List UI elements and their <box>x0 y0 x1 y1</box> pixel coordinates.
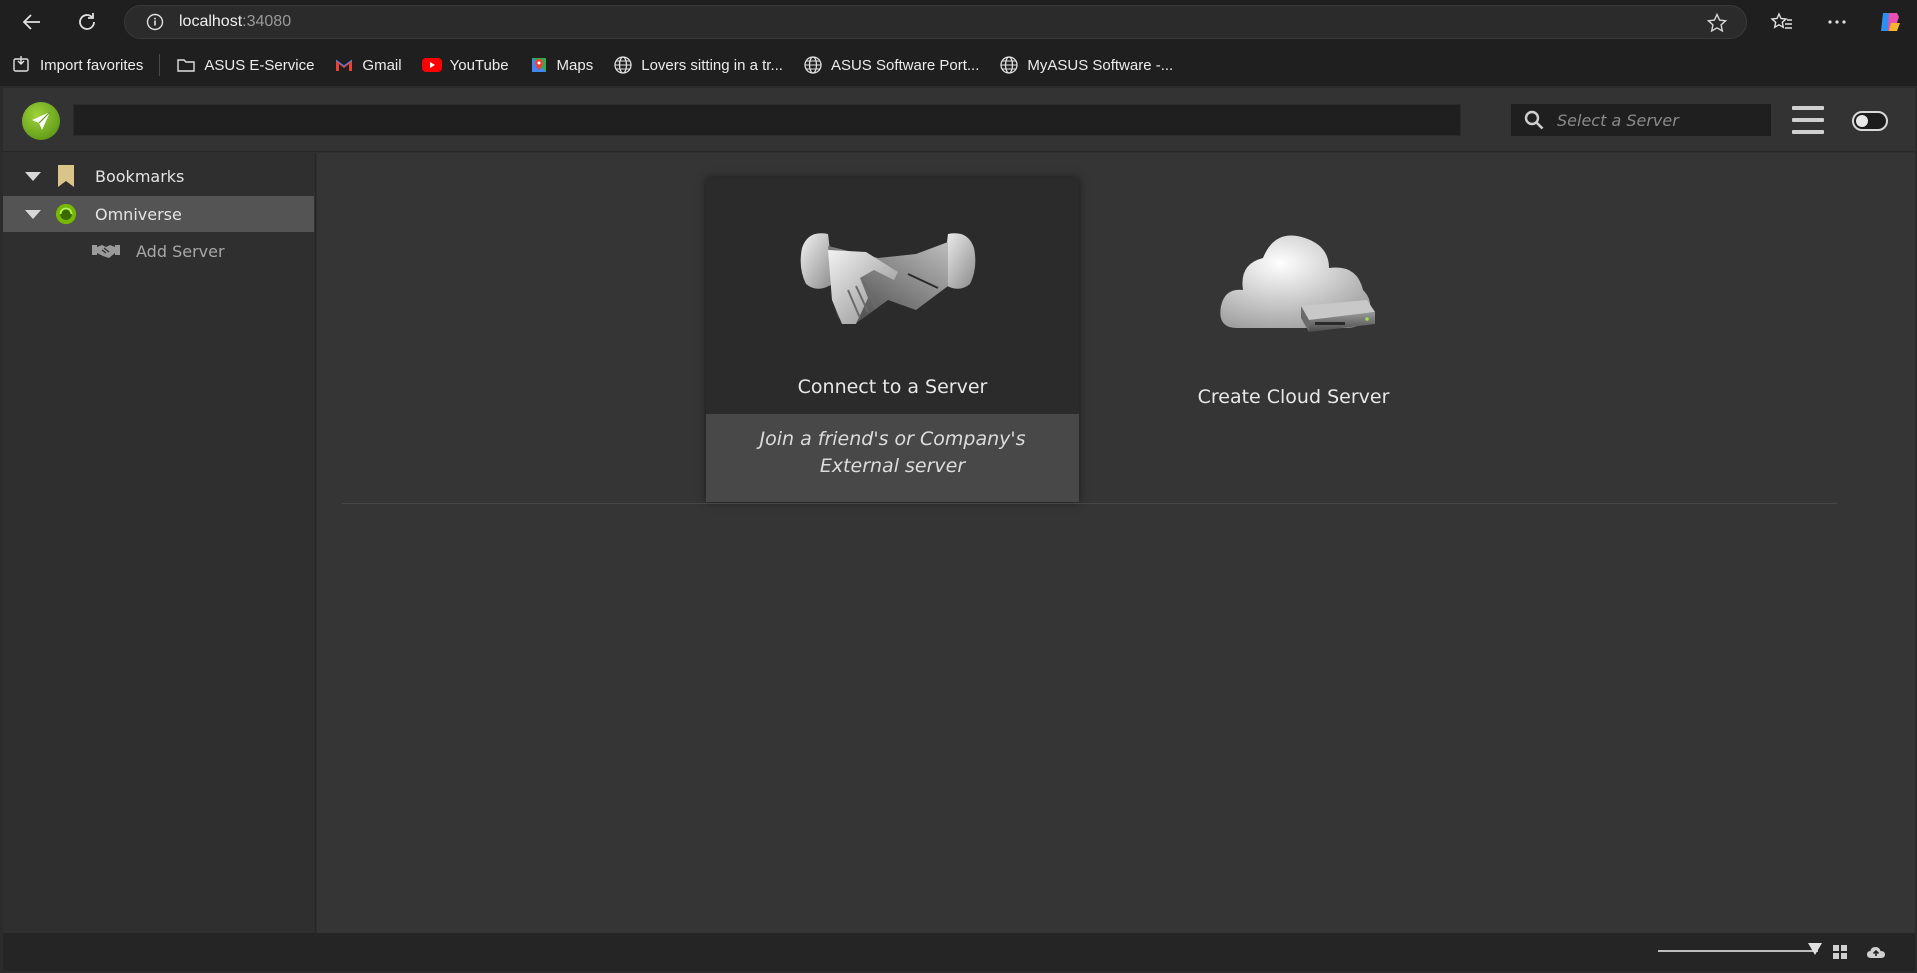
bookmark-label: YouTube <box>449 56 509 74</box>
folder-icon <box>176 55 196 75</box>
globe-icon <box>803 55 823 75</box>
bookmark-myasus-software[interactable]: MyASUS Software -... <box>989 50 1183 80</box>
card-description: Join a friend's or Company's External se… <box>706 414 1079 502</box>
bookmark-icon <box>55 164 77 188</box>
bookmark-maps[interactable]: Maps <box>519 50 604 80</box>
main-content: Connect to a Server Join a friend's or C… <box>317 153 1915 933</box>
server-search[interactable] <box>1511 104 1771 136</box>
address-bar[interactable]: localhost:34080 <box>124 5 1747 39</box>
path-input[interactable] <box>73 104 1461 136</box>
globe-icon <box>613 55 633 75</box>
bookmarks-divider <box>159 54 161 76</box>
handshake-icon <box>91 241 121 261</box>
sidebar-item-add-server[interactable]: Add Server <box>3 233 314 269</box>
card-title: Connect to a Server <box>797 376 988 398</box>
more-options-icon[interactable] <box>1823 8 1851 36</box>
server-search-input[interactable] <box>1557 110 1757 130</box>
app-header <box>3 88 1915 152</box>
chevron-down-icon[interactable] <box>25 209 41 219</box>
bookmark-asus-software-portal[interactable]: ASUS Software Port... <box>793 50 989 80</box>
url-host: localhost <box>179 13 243 30</box>
view-toggle[interactable] <box>1852 111 1888 131</box>
bookmark-label: MyASUS Software -... <box>1027 56 1174 74</box>
bookmark-label: Maps <box>556 56 594 74</box>
cloud-server-icon <box>1217 228 1377 338</box>
bookmark-label: Import favorites <box>40 56 144 74</box>
import-icon <box>12 55 32 75</box>
bookmark-asus-e-service[interactable]: ASUS E-Service <box>166 50 324 80</box>
status-bar <box>3 933 1915 971</box>
connect-server-card[interactable]: Connect to a Server Join a friend's or C… <box>706 178 1079 502</box>
navigator-logo-icon[interactable] <box>22 102 60 140</box>
copilot-icon[interactable] <box>1876 8 1904 36</box>
bookmark-gmail[interactable]: Gmail <box>324 50 411 80</box>
create-cloud-server-card[interactable]: Create Cloud Server <box>1107 178 1480 502</box>
zoom-slider[interactable] <box>1658 950 1818 952</box>
back-icon[interactable] <box>18 8 46 36</box>
bookmark-lovers-sitting[interactable]: Lovers sitting in a tr... <box>603 50 793 80</box>
sidebar-item-omniverse[interactable]: Omniverse <box>3 196 314 232</box>
sidebar-item-label: Add Server <box>136 241 225 261</box>
chevron-down-icon[interactable] <box>25 171 41 181</box>
favorite-star-icon[interactable] <box>1706 12 1728 38</box>
browser-toolbar: localhost:34080 <box>0 0 1917 44</box>
bookmark-import-favorites[interactable]: Import favorites <box>2 50 153 80</box>
bookmark-label: ASUS E-Service <box>204 56 315 74</box>
youtube-icon <box>421 55 442 75</box>
globe-icon <box>999 55 1019 75</box>
search-icon <box>1523 109 1545 131</box>
card-title: Create Cloud Server <box>1197 386 1390 408</box>
url-text: localhost:34080 <box>179 13 291 31</box>
sidebar-item-label: Bookmarks <box>95 166 185 186</box>
sidebar: Bookmarks Omniverse Add Server <box>3 153 316 933</box>
maps-icon <box>529 55 549 75</box>
content-divider <box>342 503 1837 504</box>
bookmark-label: Gmail <box>362 56 402 74</box>
sidebar-item-label: Omniverse <box>95 204 182 224</box>
zoom-slider-thumb[interactable] <box>1808 943 1822 955</box>
omniverse-app: Bookmarks Omniverse Add Server <box>3 88 1915 971</box>
refresh-icon[interactable] <box>73 8 101 36</box>
sidebar-item-bookmarks[interactable]: Bookmarks <box>3 158 314 194</box>
bookmark-youtube[interactable]: YouTube <box>412 50 519 80</box>
gmail-icon <box>334 55 354 75</box>
bookmark-label: ASUS Software Port... <box>830 56 980 74</box>
hamburger-menu-icon[interactable] <box>1792 106 1824 134</box>
favorites-icon[interactable] <box>1768 8 1796 36</box>
omniverse-icon <box>55 202 77 226</box>
bookmark-label: Lovers sitting in a tr... <box>641 56 783 74</box>
url-port: :34080 <box>242 13 292 30</box>
grid-view-icon[interactable] <box>1830 942 1850 962</box>
site-info-icon[interactable] <box>145 12 165 32</box>
cloud-upload-icon[interactable] <box>1866 942 1886 962</box>
bookmarks-bar: Import favorites ASUS E-Service Gmail Yo… <box>0 44 1917 86</box>
handshake-icon <box>798 228 978 338</box>
